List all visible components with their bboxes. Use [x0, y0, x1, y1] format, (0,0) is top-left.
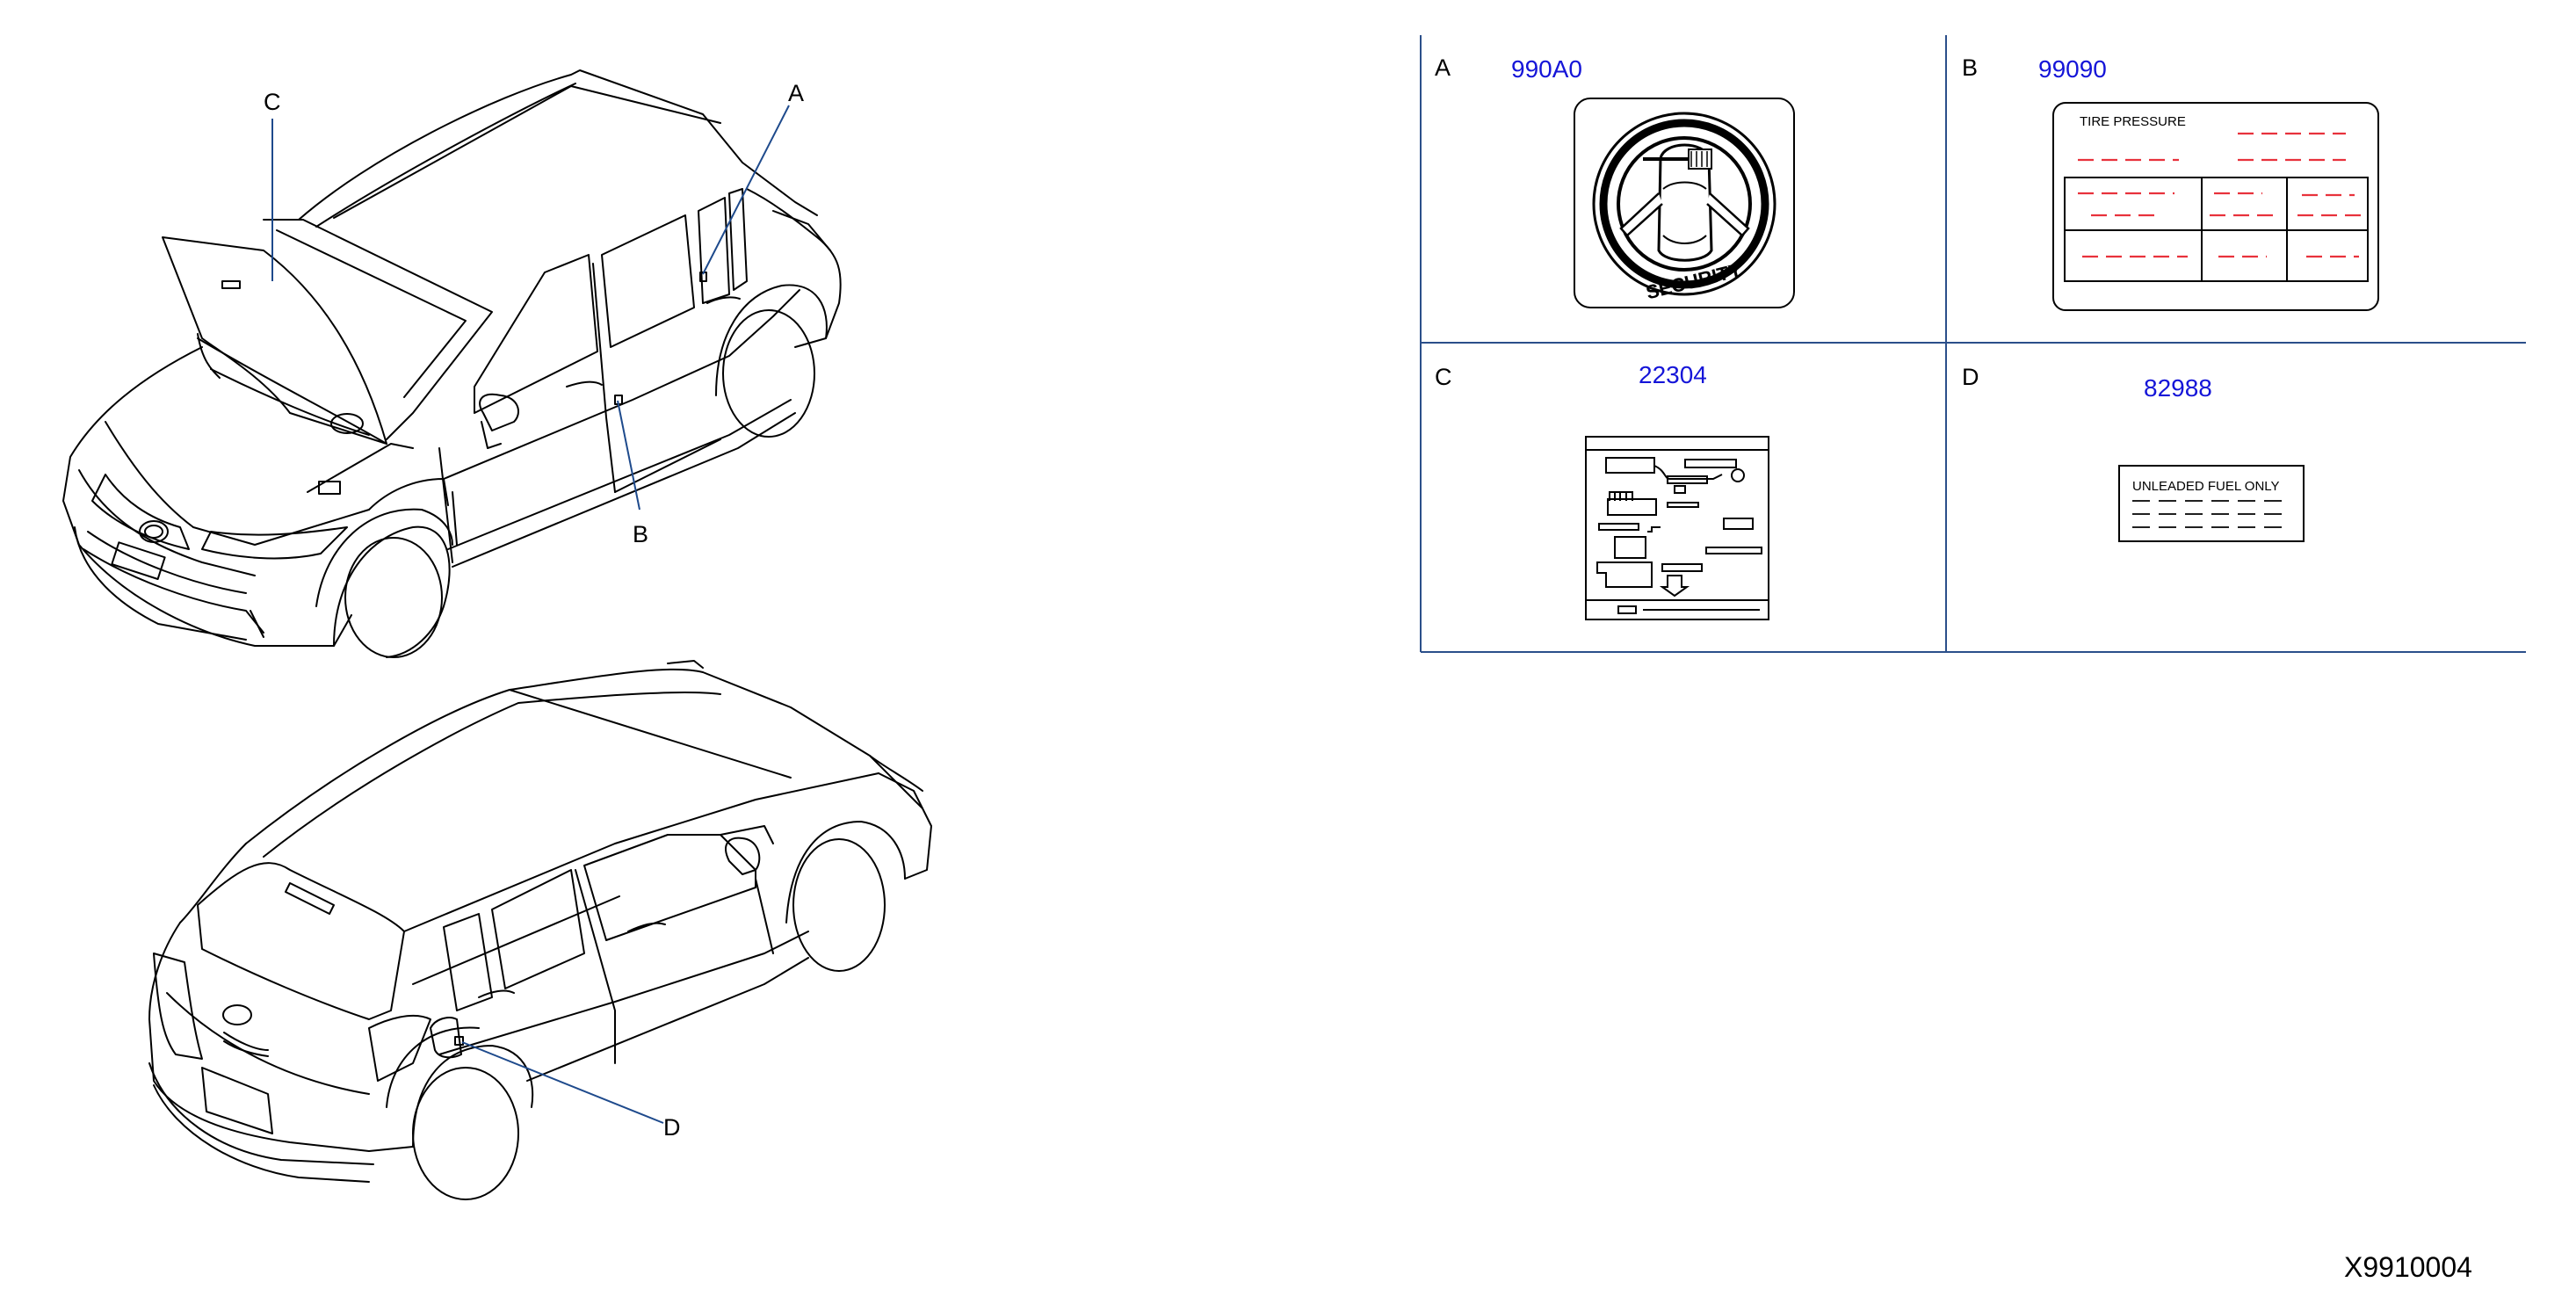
callout-a: A — [788, 80, 804, 106]
panel-a-letter: A — [1435, 54, 1451, 81]
panel-d-part-number: 82988 — [2144, 374, 2212, 402]
panel-b-part-number: 99090 — [2038, 55, 2107, 83]
panel-a-part-number: 990A0 — [1511, 55, 1582, 83]
panel-d-letter: D — [1962, 364, 1979, 390]
panel-b: B 99090 TIRE PRESSURE — [1962, 54, 2379, 311]
security-emblem: SECURITY — [1592, 112, 1776, 303]
panel-d: D 82988 UNLEADED FUEL ONLY — [1962, 364, 2305, 542]
panel-c: C 22304 — [1435, 361, 1769, 620]
fuel-label-lines — [2132, 500, 2282, 528]
fuel-label-outline — [2118, 465, 2305, 542]
diagram-reference-code: X9910004 — [2344, 1251, 2472, 1283]
panel-a: A 990A0 SECURITY — [1435, 54, 1795, 308]
callout-b: B — [633, 521, 648, 547]
tire-pressure-text: TIRE PRESSURE — [2080, 114, 2186, 129]
callout-d: D — [663, 1114, 681, 1141]
tire-pressure-label-outline — [2052, 102, 2379, 311]
fuel-label-text: UNLEADED FUEL ONLY — [2132, 479, 2280, 494]
emission-label-diagram — [1585, 436, 1769, 620]
parts-diagram: C A B D A 990A0 SECURITY B 99090 TIRE PR… — [62, 35, 2526, 1283]
callout-c: C — [264, 89, 281, 115]
panel-c-letter: C — [1435, 364, 1452, 390]
panel-c-part-number: 22304 — [1639, 361, 1707, 388]
rear-car-illustration — [148, 660, 932, 1200]
front-car-illustration — [62, 69, 842, 658]
leader-line-d — [461, 1041, 664, 1124]
panel-b-letter: B — [1962, 54, 1978, 81]
